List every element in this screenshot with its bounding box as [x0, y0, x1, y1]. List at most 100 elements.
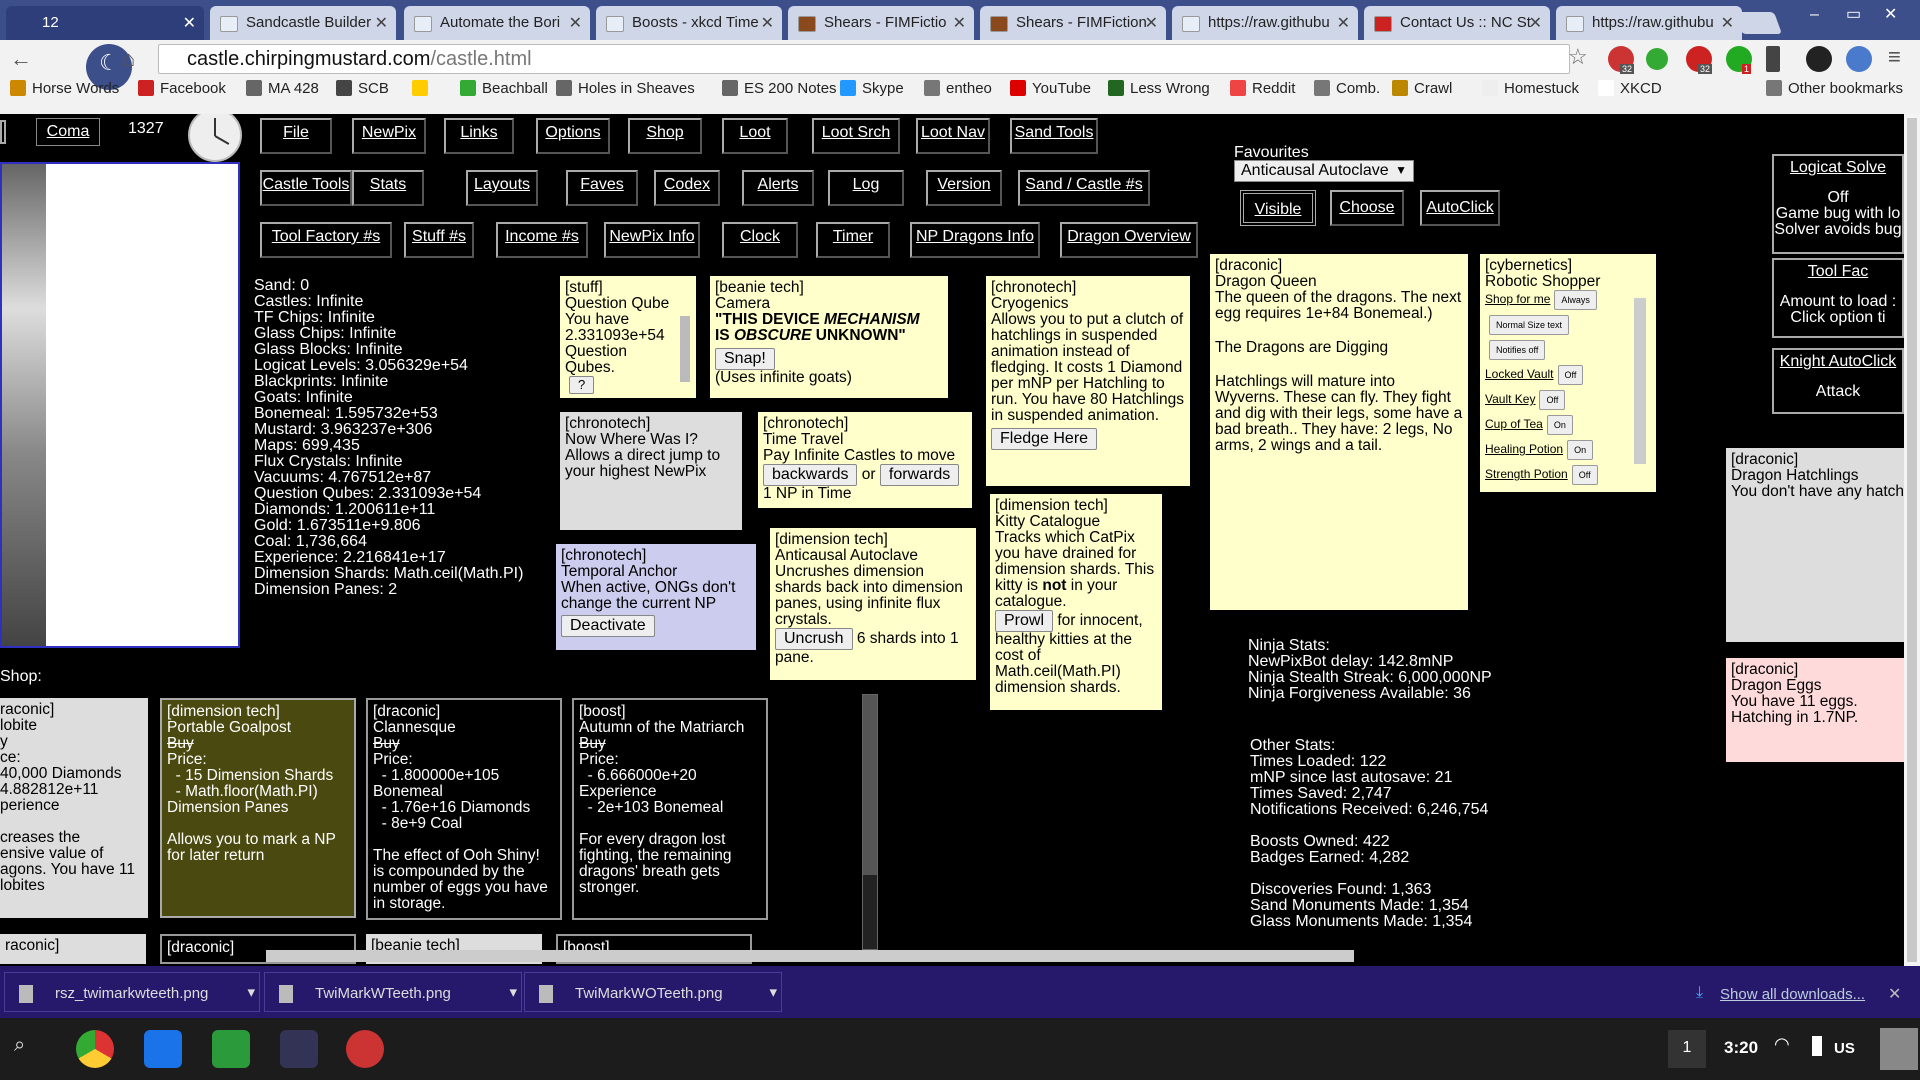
- close-icon[interactable]: ✕: [569, 13, 582, 33]
- bookmark-item[interactable]: Facebook: [138, 80, 226, 97]
- chrome-icon[interactable]: [76, 1030, 114, 1068]
- tab-boosts[interactable]: Boosts - xkcd Time ✕: [596, 6, 782, 40]
- option-label[interactable]: Vault Key: [1485, 392, 1535, 406]
- chevron-down-icon[interactable]: ▾: [509, 983, 517, 1001]
- menu-np-dragons-info-button[interactable]: NP Dragons Info: [910, 222, 1040, 258]
- option-toggle[interactable]: Always: [1554, 290, 1597, 310]
- uncrush-button[interactable]: Uncrush: [775, 628, 853, 650]
- menu-castle-tools-button[interactable]: Castle Tools: [260, 170, 352, 206]
- option-label[interactable]: Healing Potion: [1485, 442, 1563, 456]
- extension-icon[interactable]: [1846, 46, 1872, 72]
- clock-time[interactable]: 3:20: [1724, 1038, 1758, 1058]
- maximize-icon[interactable]: ▭: [1846, 4, 1861, 24]
- extension-icon[interactable]: [1766, 46, 1780, 72]
- close-icon[interactable]: ✕: [761, 13, 774, 33]
- clock-icon[interactable]: [188, 114, 242, 162]
- bookmark-item[interactable]: Crawl: [1392, 80, 1452, 97]
- option-toggle[interactable]: Normal Size text: [1489, 315, 1570, 335]
- download-item[interactable]: rsz_twimarkwteeth.png ▾: [4, 972, 260, 1012]
- page-scrollbar[interactable]: [1904, 114, 1920, 966]
- chevron-down-icon[interactable]: ▾: [247, 983, 255, 1001]
- newpix-image[interactable]: [0, 162, 240, 648]
- close-icon[interactable]: ✕: [1337, 13, 1350, 33]
- buy-button[interactable]: Buy: [579, 736, 761, 752]
- tab-shears-1[interactable]: Shears - FIMFictio ✕: [788, 6, 974, 40]
- forwards-button[interactable]: forwards: [879, 464, 960, 486]
- menu-layouts-button[interactable]: Layouts: [466, 170, 538, 206]
- tab-shears-2[interactable]: Shears - FIMFiction ✕: [980, 6, 1166, 40]
- bookmark-item[interactable]: Beachball: [460, 80, 548, 97]
- bookmark-item[interactable]: Reddit: [1230, 80, 1295, 97]
- scrollbar[interactable]: [680, 316, 690, 382]
- backwards-button[interactable]: backwards: [763, 464, 858, 486]
- option-toggle[interactable]: Off: [1557, 365, 1584, 385]
- files-icon[interactable]: [144, 1030, 182, 1068]
- menu-loot-nav-button[interactable]: Loot Nav: [916, 118, 990, 154]
- bookmark-item[interactable]: SCB: [336, 80, 389, 97]
- tab-sandcastle[interactable]: Sandcastle Builder ✕: [210, 6, 396, 40]
- close-icon[interactable]: ✕: [375, 13, 388, 33]
- menu-clock-button[interactable]: Clock: [722, 222, 798, 258]
- close-icon[interactable]: ✕: [1529, 13, 1542, 33]
- menu-stuff-s-button[interactable]: Stuff #s: [404, 222, 474, 258]
- menu-newpix-button[interactable]: NewPix: [352, 118, 426, 154]
- locale-indicator[interactable]: US: [1834, 1040, 1855, 1057]
- menu-links-button[interactable]: Links: [444, 118, 514, 154]
- bookmark-item[interactable]: entheo: [924, 80, 992, 97]
- bookmark-item[interactable]: ES 200 Notes: [722, 80, 837, 97]
- calculator-icon[interactable]: [280, 1030, 318, 1068]
- menu-timer-button[interactable]: Timer: [816, 222, 890, 258]
- extension-icon[interactable]: [1646, 48, 1668, 70]
- close-icon[interactable]: ✕: [953, 13, 966, 33]
- back-icon[interactable]: ←: [10, 46, 32, 72]
- app-icon[interactable]: [346, 1030, 384, 1068]
- menu-faves-button[interactable]: Faves: [566, 170, 638, 206]
- download-item[interactable]: TwiMarkWTeeth.png ▾: [264, 972, 522, 1012]
- bookmark-item[interactable]: Other bookmarks: [1766, 80, 1903, 97]
- panel-title[interactable]: Tool Fac: [1774, 264, 1902, 280]
- menu-newpix-info-button[interactable]: NewPix Info: [604, 222, 700, 258]
- close-icon[interactable]: ✕: [1888, 984, 1901, 1004]
- menu-shop-button[interactable]: Shop: [628, 118, 702, 154]
- menu-tool-factory-s-button[interactable]: Tool Factory #s: [260, 222, 392, 258]
- bookmark-item[interactable]: Horse Words: [10, 80, 119, 97]
- extension-icon[interactable]: [1806, 46, 1832, 72]
- tab-raw-2[interactable]: https://raw.githubu ✕: [1556, 6, 1742, 40]
- fledge-here-button[interactable]: Fledge Here: [991, 428, 1098, 450]
- prowl-button[interactable]: Prowl: [995, 610, 1054, 632]
- option-toggle[interactable]: Off: [1571, 465, 1598, 485]
- buy-button[interactable]: Buy: [373, 736, 555, 752]
- menu-log-button[interactable]: Log: [828, 170, 904, 206]
- menu-income-s-button[interactable]: Income #s: [496, 222, 588, 258]
- visible-button[interactable]: Visible: [1240, 190, 1316, 226]
- menu-stats-button[interactable]: Stats: [352, 170, 424, 206]
- minimize-icon[interactable]: –: [1810, 6, 1819, 24]
- menu-sand-tools-button[interactable]: Sand Tools: [1010, 118, 1098, 154]
- notification-count[interactable]: 1: [1668, 1030, 1706, 1068]
- menu-codex-button[interactable]: Codex: [654, 170, 720, 206]
- bookmark-item[interactable]: YouTube: [1010, 80, 1091, 97]
- bookmark-item[interactable]: Comb.: [1314, 80, 1380, 97]
- tab-castle[interactable]: 12 ✕: [6, 6, 204, 40]
- menu-version-button[interactable]: Version: [926, 170, 1002, 206]
- menu-sand-castle-s-button[interactable]: Sand / Castle #s: [1018, 170, 1150, 206]
- qube-button[interactable]: ?: [569, 376, 595, 394]
- evernote-icon[interactable]: [212, 1030, 250, 1068]
- panel-title[interactable]: Logicat Solve: [1774, 160, 1902, 176]
- buy-button[interactable]: Buy: [167, 736, 349, 752]
- option-toggle[interactable]: On: [1546, 415, 1573, 435]
- show-all-downloads-link[interactable]: Show all downloads...: [1720, 986, 1865, 1003]
- snap-button[interactable]: Snap!: [715, 348, 775, 370]
- option-label[interactable]: Shop for me: [1485, 292, 1550, 306]
- horizontal-scrollbar[interactable]: [266, 950, 1354, 962]
- bookmark-item[interactable]: XKCD: [1598, 80, 1662, 97]
- menu-loot-button[interactable]: Loot: [722, 118, 788, 154]
- option-label[interactable]: Cup of Tea: [1485, 417, 1543, 431]
- star-icon[interactable]: ☆: [1568, 44, 1588, 70]
- bookmark-item[interactable]: Skype: [840, 80, 904, 97]
- close-icon[interactable]: ✕: [183, 13, 196, 33]
- search-icon[interactable]: ⌕: [14, 1034, 25, 1057]
- close-icon[interactable]: ✕: [1721, 13, 1734, 33]
- choose-button[interactable]: Choose: [1330, 190, 1404, 226]
- menu-alerts-button[interactable]: Alerts: [742, 170, 814, 206]
